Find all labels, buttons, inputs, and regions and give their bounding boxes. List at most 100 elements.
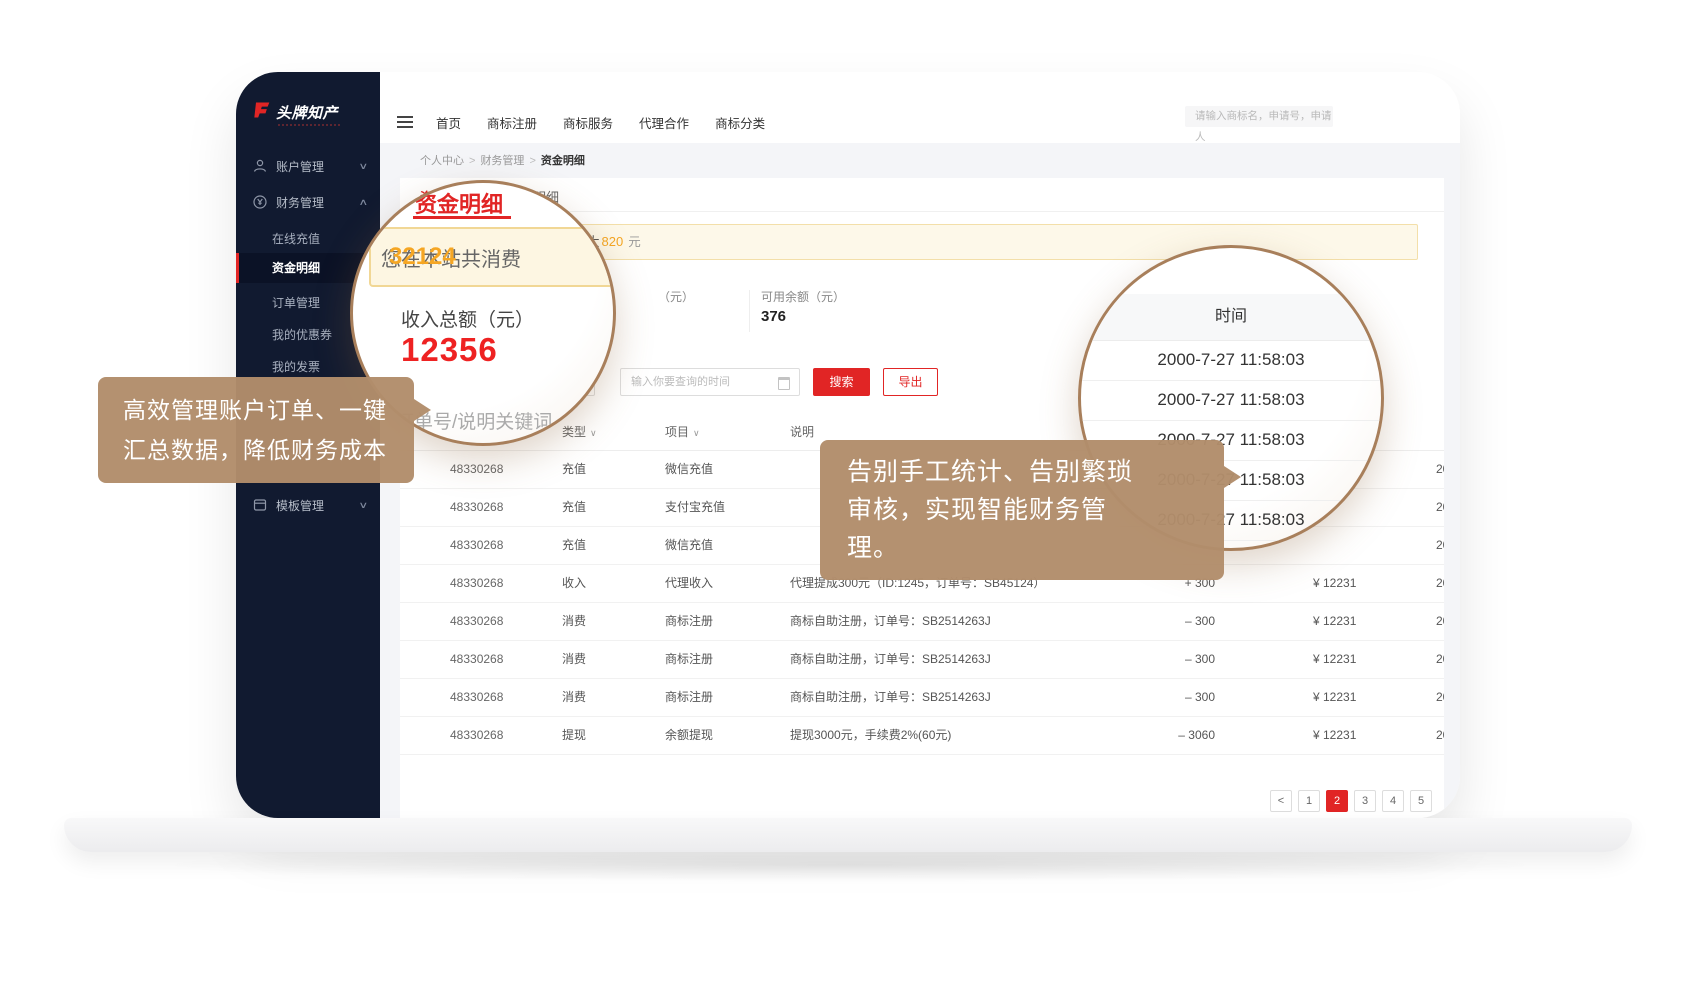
cell-type: 充值 xyxy=(562,450,586,488)
breadcrumb: 个人中心 > 财务管理 > 资金明细 xyxy=(420,152,585,168)
table-row: 48330268消费商标注册商标自助注册，订单号：SB2514263J– 300… xyxy=(400,602,1444,641)
column-project[interactable]: 项目 xyxy=(665,425,689,439)
export-button[interactable]: 导出 xyxy=(883,368,938,396)
sidebar-item-templates[interactable]: 模板管理 ∨ xyxy=(236,490,380,520)
sidebar-item-finance[interactable]: 财务管理 ∧ xyxy=(236,187,380,217)
logo-title: 头牌知产 xyxy=(276,102,338,123)
cell-desc: 提现3000元，手续费2%(60元) xyxy=(790,716,1120,754)
cell-desc: 商标自助注册，订单号：SB2514263J xyxy=(790,640,1120,678)
lens-time-row: 2000-7-27 11:58:03 xyxy=(1081,340,1381,381)
table-row: 48330268提现余额提现提现3000元，手续费2%(60元)– 3060¥ … xyxy=(400,716,1444,755)
lens-tab-fragment: 资金明细 xyxy=(415,187,503,219)
cell-amount: – 3060 xyxy=(1135,716,1215,754)
chevron-down-icon: ∨ xyxy=(359,161,369,172)
breadcrumb-item[interactable]: 财务管理 xyxy=(480,155,524,167)
pagination: < 1 2 3 4 5 xyxy=(1270,790,1432,812)
cell-balance: ¥ 12231 xyxy=(1313,564,1356,602)
calendar-icon[interactable] xyxy=(778,377,790,390)
stat-balance-value: 376 xyxy=(761,308,786,325)
lens-income-label: 收入总额（元） xyxy=(401,305,534,332)
nav-item-trademark-register[interactable]: 商标注册 xyxy=(487,113,537,132)
cell-desc: 商标自助注册，订单号：SB2514263J xyxy=(790,602,1120,640)
cell-time: 2000-7-27 11:58:03 xyxy=(1436,526,1444,564)
cell-time: 2000-7-27 11:58:03 xyxy=(1436,564,1444,602)
callout-left: 高效管理账户订单、一键 汇总数据，降低财务成本 xyxy=(98,377,414,483)
stat-balance-label: 可用余额（元） xyxy=(761,288,845,305)
pagination-prev-button[interactable]: < xyxy=(1270,790,1292,812)
lens-time-row: 2000-7-27 11:58:03 xyxy=(1081,380,1381,421)
column-desc: 说明 xyxy=(790,415,814,450)
logo-flag-icon xyxy=(251,100,271,125)
sidebar-item-recharge[interactable]: 在线充值 xyxy=(272,224,376,254)
sort-chevron-icon[interactable]: ∨ xyxy=(693,428,700,438)
top-navigation: 首页 商标注册 商标服务 代理合作 商标分类 xyxy=(436,113,765,132)
pagination-page-4[interactable]: 4 xyxy=(1382,790,1404,812)
breadcrumb-current: 资金明细 xyxy=(541,155,585,167)
nav-item-trademark-category[interactable]: 商标分类 xyxy=(715,113,765,132)
breadcrumb-item[interactable]: 个人中心 xyxy=(420,155,464,167)
cell-amount: – 300 xyxy=(1135,678,1215,716)
search-button[interactable]: 搜索 xyxy=(813,368,870,396)
stat2-label: （元） xyxy=(658,288,694,305)
cell-time: 2000-7-27 11:58:03 xyxy=(1436,678,1444,716)
callout-text: 审核，实现智能财务管 xyxy=(847,491,1197,529)
sidebar-item-account[interactable]: 账户管理 ∨ xyxy=(236,151,380,181)
finance-icon xyxy=(252,194,268,210)
callout-text: 汇总数据，降低财务成本 xyxy=(123,430,389,470)
cell-type: 收入 xyxy=(562,564,586,602)
hamburger-menu-icon[interactable] xyxy=(397,116,413,131)
lens-income-value: 12356 xyxy=(401,331,498,369)
global-search-input[interactable]: 请输入商标名，申请号，申请人 xyxy=(1185,106,1333,127)
cell-type: 充值 xyxy=(562,526,586,564)
cell-balance: ¥ 12231 xyxy=(1313,678,1356,716)
laptop-shadow xyxy=(170,848,1530,882)
cell-balance: ¥ 12231 xyxy=(1313,602,1356,640)
lens-time-header: 时间 xyxy=(1081,294,1381,341)
cell-order: 48330268 xyxy=(450,640,503,678)
pagination-page-3[interactable]: 3 xyxy=(1354,790,1376,812)
logo[interactable]: 头牌知产 xyxy=(251,100,338,125)
pagination-page-5[interactable]: 5 xyxy=(1410,790,1432,812)
table-row: 48330268消费商标注册商标自助注册，订单号：SB2514263J– 300… xyxy=(400,640,1444,679)
cell-project: 代理收入 xyxy=(665,564,713,602)
date-filter-input[interactable]: 输入你要查询的时间 xyxy=(620,368,800,396)
nav-item-home[interactable]: 首页 xyxy=(436,113,461,132)
callout-text: 理。 xyxy=(847,529,1197,567)
cell-project: 商标注册 xyxy=(665,678,713,716)
laptop-base xyxy=(64,818,1632,852)
column-type[interactable]: 类型 xyxy=(562,425,586,439)
cell-desc: 商标自助注册，订单号：SB2514263J xyxy=(790,678,1120,716)
cell-order: 48330268 xyxy=(450,526,503,564)
cell-time: 2000-7-27 11:58:03 xyxy=(1436,450,1444,488)
lens-tab-underline xyxy=(413,216,511,219)
lens-banner-amount: 32124 xyxy=(389,243,456,271)
chevron-up-icon: ∧ xyxy=(359,197,369,208)
breadcrumb-separator: > xyxy=(529,155,535,167)
stat-divider xyxy=(749,290,750,332)
sidebar-item-label: 财务管理 xyxy=(276,194,324,211)
pagination-page-2[interactable]: 2 xyxy=(1326,790,1348,812)
cell-balance: ¥ 12231 xyxy=(1313,640,1356,678)
nav-item-trademark-services[interactable]: 商标服务 xyxy=(563,113,613,132)
cell-project: 余额提现 xyxy=(665,716,713,754)
cell-balance: ¥ 12231 xyxy=(1313,716,1356,754)
callout-arrow-icon xyxy=(414,399,431,421)
cell-type: 充值 xyxy=(562,488,586,526)
callout-right: 告别手工统计、告别繁琐 审核，实现智能财务管 理。 xyxy=(820,440,1224,580)
cell-order: 48330268 xyxy=(450,678,503,716)
cell-project: 商标注册 xyxy=(665,602,713,640)
cell-project: 支付宝充值 xyxy=(665,488,725,526)
cell-time: 2000-7-27 11:58:03 xyxy=(1436,602,1444,640)
nav-item-agency[interactable]: 代理合作 xyxy=(639,113,689,132)
callout-text: 告别手工统计、告别繁琐 xyxy=(847,453,1197,491)
logo-underline xyxy=(278,124,340,126)
sort-chevron-icon[interactable]: ∨ xyxy=(590,428,597,438)
pagination-page-1[interactable]: 1 xyxy=(1298,790,1320,812)
user-icon xyxy=(252,158,268,174)
cell-type: 提现 xyxy=(562,716,586,754)
cell-type: 消费 xyxy=(562,678,586,716)
topbar: 首页 商标注册 商标服务 代理合作 商标分类 请输入商标名，申请号，申请人 xyxy=(380,72,1460,144)
callout-text: 高效管理账户订单、一键 xyxy=(123,390,389,430)
breadcrumb-separator: > xyxy=(469,155,475,167)
cell-order: 48330268 xyxy=(450,564,503,602)
